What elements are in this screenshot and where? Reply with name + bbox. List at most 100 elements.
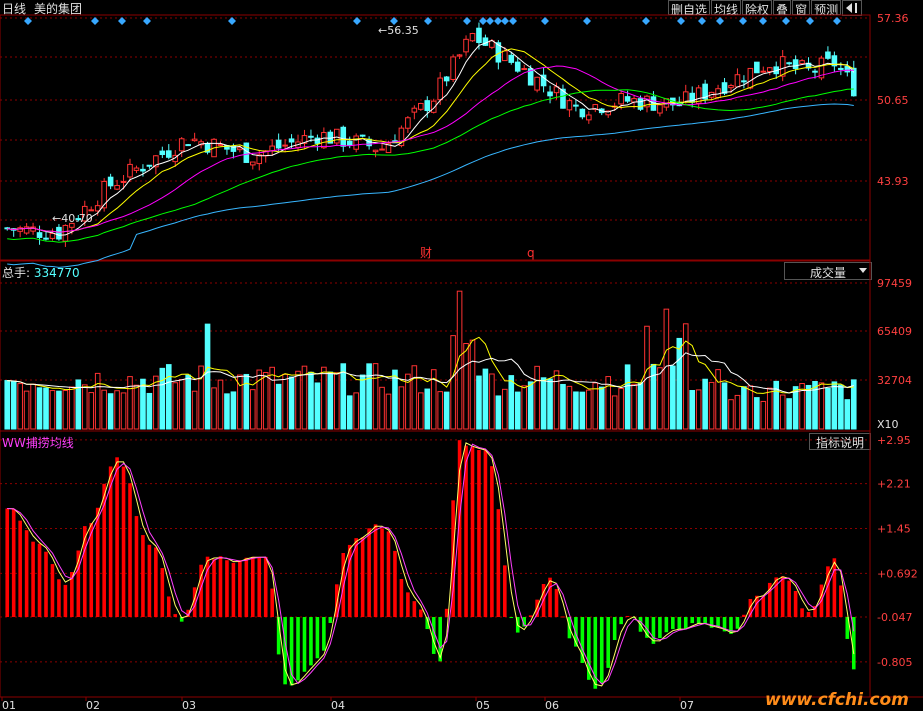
candle <box>553 86 560 94</box>
volume-bar <box>754 397 760 430</box>
indicator-bar <box>179 617 184 622</box>
volume-bar <box>502 388 508 430</box>
candle <box>392 140 398 144</box>
indicator-bar <box>806 611 811 618</box>
diamond-icon <box>424 17 432 25</box>
candle <box>637 98 644 110</box>
indicator-bar <box>386 531 391 618</box>
candle <box>295 141 301 148</box>
candle <box>288 138 295 143</box>
indicator-bar <box>664 617 669 633</box>
window-button[interactable]: 窗 <box>792 0 811 17</box>
indicator-bar <box>373 524 378 618</box>
volume-bar <box>540 377 547 430</box>
remove-watchlist-button[interactable]: 删自选 <box>668 0 711 17</box>
indicator-bar <box>580 617 585 663</box>
indicator-bar <box>257 557 262 618</box>
volume-bar <box>553 370 560 430</box>
volume-bar <box>153 375 159 430</box>
overlay-button[interactable]: 叠 <box>773 0 792 17</box>
volume-bar <box>94 372 101 430</box>
volume-bar <box>844 399 851 430</box>
volume-bar <box>36 387 43 430</box>
indicator-bar <box>309 617 313 666</box>
volume-bar <box>17 383 23 430</box>
volume-bar <box>385 393 392 430</box>
volume-bar <box>430 369 437 430</box>
indicator-bar <box>509 617 514 619</box>
indicator-label: WW捕捞均线 <box>2 436 74 450</box>
chart-canvas[interactable]: 57.36 50.65 43.93 ←56.35 ←40.70 财 q 97459 65409 3… <box>0 0 923 711</box>
indicator-bar <box>483 449 488 618</box>
candle <box>502 50 508 62</box>
volume-bar <box>850 379 857 430</box>
volume-bar <box>88 392 95 430</box>
candle <box>670 97 676 106</box>
volume-bar <box>663 308 670 430</box>
indicator-bar <box>645 617 649 638</box>
indicator-bar <box>496 509 501 618</box>
indicator-selector[interactable]: 成交量 <box>784 262 872 280</box>
candle <box>237 147 243 151</box>
indicator-bar <box>108 466 113 618</box>
candle <box>443 76 450 82</box>
candle <box>695 87 702 104</box>
candle <box>838 67 844 70</box>
volume-bar <box>605 376 612 430</box>
indicator-bar <box>793 590 798 618</box>
candle <box>36 232 43 238</box>
volume-bar <box>838 384 844 430</box>
back-arrow-icon[interactable] <box>842 0 863 16</box>
candle <box>185 144 191 147</box>
indicator-bar <box>735 617 740 629</box>
volume-bar <box>734 394 741 430</box>
volume-bar <box>172 382 179 430</box>
volume-bar <box>695 389 702 430</box>
candle <box>23 226 30 234</box>
candle <box>624 96 631 102</box>
indicator-bar <box>587 617 591 680</box>
candle <box>598 108 605 114</box>
indicator-bar <box>535 599 539 618</box>
indicator-bar <box>302 617 307 672</box>
candle <box>547 91 553 97</box>
volume-bar <box>573 391 579 430</box>
indicator-panel-frame <box>0 430 871 698</box>
volume-bar <box>23 390 30 430</box>
candle <box>198 141 204 146</box>
candle <box>172 154 179 163</box>
indicator-bar <box>638 617 643 632</box>
volume-bar <box>418 392 424 430</box>
volume-label: 总手: 334770 <box>2 264 80 281</box>
candle <box>405 117 411 129</box>
indicator-bar <box>18 520 22 618</box>
indicator-bar <box>102 483 106 618</box>
indicator-bar <box>457 440 462 618</box>
volume-bar <box>398 386 405 430</box>
volume-bar <box>314 382 321 430</box>
candle <box>618 93 624 105</box>
volume-bar <box>321 366 327 430</box>
indicator-bar <box>431 617 436 654</box>
volume-bar <box>534 365 540 430</box>
candle <box>204 143 211 153</box>
volume-bar <box>766 387 773 430</box>
indicator-signal-line <box>7 443 855 685</box>
volume-bar <box>295 370 301 430</box>
moving-average-button[interactable]: 均线 <box>711 0 742 17</box>
ex-rights-button[interactable]: 除权 <box>742 0 773 17</box>
volume-bar <box>49 390 56 430</box>
forecast-button[interactable]: 预测 <box>811 0 842 17</box>
indicator-bar <box>522 617 527 627</box>
candle <box>676 101 683 107</box>
stock-chart-window: 日线 美的集团 删自选 均线 除权 叠 窗 预测 总手: 334770 成交量 … <box>0 0 923 711</box>
indicator-help-button[interactable]: 指标说明 <box>809 433 871 450</box>
indicator-bar <box>464 445 468 618</box>
volume-bar <box>682 323 689 430</box>
candle <box>631 98 637 103</box>
candle <box>573 104 579 107</box>
candle <box>81 205 88 222</box>
period-label[interactable]: 日线 <box>2 0 26 17</box>
volume-bar <box>275 383 282 430</box>
indicator-bar <box>31 541 35 618</box>
